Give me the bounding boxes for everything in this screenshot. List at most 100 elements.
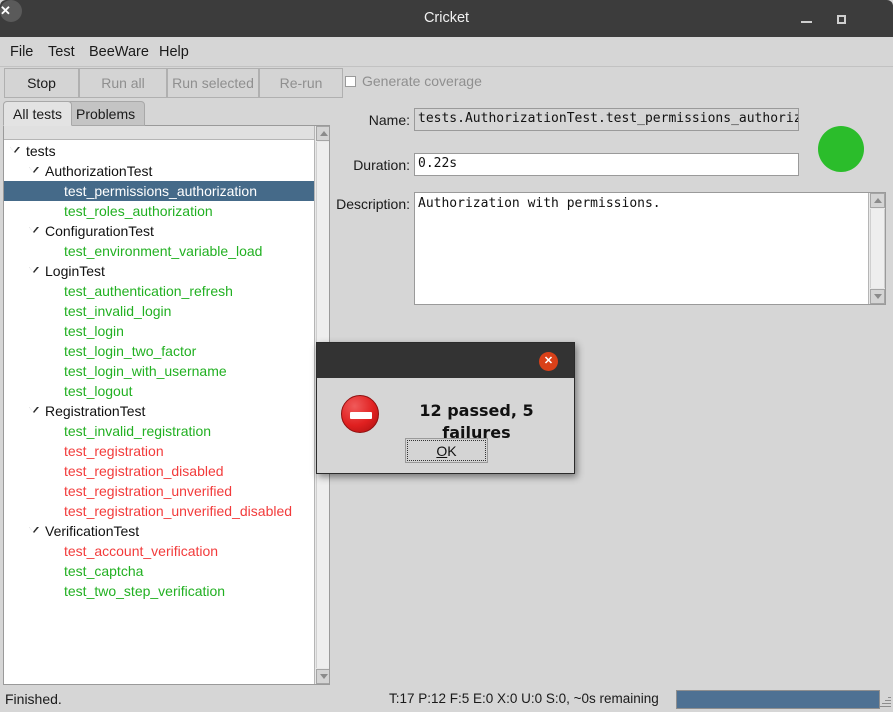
duration-field[interactable]: 0.22s bbox=[414, 153, 799, 176]
ok-button[interactable]: OK bbox=[405, 438, 488, 463]
tree-item-label: tests bbox=[26, 143, 56, 159]
status-counts: T:17 P:12 F:5 E:0 X:0 U:0 S:0, ~0s remai… bbox=[389, 691, 659, 706]
tab-all-tests[interactable]: All tests bbox=[3, 101, 73, 126]
tabstrip: All tests Problems bbox=[0, 101, 340, 126]
chevron-down-icon-inner bbox=[29, 527, 37, 532]
dialog-titlebar: ✕ bbox=[317, 343, 574, 378]
progress-bar bbox=[676, 690, 880, 709]
tree-item-node[interactable]: ConfigurationTest bbox=[4, 221, 314, 241]
toolbar: Stop Run all Run selected Re-run Generat… bbox=[0, 68, 893, 99]
run-selected-button[interactable]: Run selected bbox=[167, 68, 259, 98]
menu-item-file[interactable]: File bbox=[3, 37, 40, 67]
status-message: Finished. bbox=[5, 691, 62, 707]
tree-item-label: test_roles_authorization bbox=[64, 203, 213, 219]
scroll-down-icon[interactable] bbox=[316, 669, 329, 684]
tree-item-node[interactable]: LoginTest bbox=[4, 261, 314, 281]
tree-item-test[interactable]: test_roles_authorization bbox=[4, 201, 314, 221]
minimize-icon[interactable] bbox=[798, 11, 814, 27]
scroll-up-icon[interactable] bbox=[870, 193, 885, 208]
ok-mnemonic: O bbox=[436, 443, 448, 459]
tree-item-test[interactable]: test_registration_unverified_disabled bbox=[4, 501, 314, 521]
menu-item-help[interactable]: Help bbox=[152, 37, 196, 67]
tree-item-test[interactable]: test_account_verification bbox=[4, 541, 314, 561]
tree-item-label: test_account_verification bbox=[64, 543, 219, 559]
maximize-icon[interactable] bbox=[833, 11, 849, 27]
dialog-close-icon[interactable]: ✕ bbox=[539, 352, 558, 371]
tree-item-label: test_registration bbox=[64, 443, 164, 459]
tree-item-node[interactable]: VerificationTest bbox=[4, 521, 314, 541]
name-field[interactable]: tests.AuthorizationTest.test_permissions… bbox=[414, 108, 799, 131]
ok-rest: K bbox=[447, 443, 457, 459]
tree-item-test[interactable]: test_logout bbox=[4, 381, 314, 401]
tree-item-test[interactable]: test_registration_unverified bbox=[4, 481, 314, 501]
description-text: Authorization with permissions. bbox=[418, 196, 661, 211]
progress-bar-fill bbox=[677, 691, 879, 708]
tree-item-node[interactable]: tests bbox=[4, 141, 314, 161]
description-scroll-track[interactable] bbox=[870, 209, 885, 288]
tree-item-node[interactable]: RegistrationTest bbox=[4, 401, 314, 421]
tree-item-label: test_permissions_authorization bbox=[64, 183, 257, 199]
error-icon-bar bbox=[350, 412, 372, 419]
stop-button[interactable]: Stop bbox=[4, 68, 79, 98]
error-icon bbox=[341, 395, 379, 433]
scroll-down-icon[interactable] bbox=[870, 289, 885, 304]
minimize-glyph bbox=[801, 21, 812, 23]
menu-item-beeware[interactable]: BeeWare bbox=[82, 37, 156, 67]
tree-item-label: AuthorizationTest bbox=[45, 163, 153, 179]
test-tree-panel: tests AuthorizationTest test_permissions_a… bbox=[3, 125, 330, 685]
tree-item-label: test_invalid_login bbox=[64, 303, 172, 319]
chevron-down-icon-inner bbox=[10, 147, 18, 152]
tree-item-label: test_registration_unverified_disabled bbox=[64, 503, 293, 519]
tab-problems[interactable]: Problems bbox=[66, 101, 146, 126]
run-all-button[interactable]: Run all bbox=[79, 68, 167, 98]
chevron-down-icon-inner bbox=[29, 167, 37, 172]
description-field[interactable]: Authorization with permissions. bbox=[414, 192, 886, 305]
tree-item-label: test_registration_disabled bbox=[64, 463, 224, 479]
chevron-down-icon-inner bbox=[29, 407, 37, 412]
re-run-button[interactable]: Re-run bbox=[259, 68, 343, 98]
results-dialog: ✕ 12 passed, 5 failures OK bbox=[316, 342, 575, 474]
menubar: File Test BeeWare Help bbox=[0, 37, 893, 67]
resize-grip[interactable] bbox=[879, 696, 891, 708]
dialog-body: 12 passed, 5 failures OK bbox=[317, 378, 574, 473]
tree-item-test[interactable]: test_environment_variable_load bbox=[4, 241, 314, 261]
tree-item-label: test_registration_unverified bbox=[64, 483, 233, 499]
tree-item-label: VerificationTest bbox=[45, 523, 140, 539]
tree-item-label: RegistrationTest bbox=[45, 403, 146, 419]
tree-item-test[interactable]: test_login_with_username bbox=[4, 361, 314, 381]
tree-item-test[interactable]: test_registration_disabled bbox=[4, 461, 314, 481]
application-window: Cricket ✕ File Test BeeWare Help Stop Ru… bbox=[0, 0, 893, 712]
tree-item-test[interactable]: test_captcha bbox=[4, 561, 314, 581]
tree-item-test[interactable]: test_permissions_authorization bbox=[4, 181, 314, 201]
test-status-indicator bbox=[818, 126, 864, 172]
tree-item-node[interactable]: AuthorizationTest bbox=[4, 161, 314, 181]
name-label: Name: bbox=[368, 112, 410, 128]
tree-item-test[interactable]: test_invalid_registration bbox=[4, 421, 314, 441]
tree-item-label: test_authentication_refresh bbox=[64, 283, 233, 299]
tree-item-test[interactable]: test_login_two_factor bbox=[4, 341, 314, 361]
tree-item-test[interactable]: test_authentication_refresh bbox=[4, 281, 314, 301]
duration-label: Duration: bbox=[353, 157, 410, 173]
description-scrollbar[interactable] bbox=[868, 193, 885, 304]
tree-item-label: test_login_with_username bbox=[64, 363, 227, 379]
tree-item-label: ConfigurationTest bbox=[45, 223, 154, 239]
tree-item-label: test_invalid_registration bbox=[64, 423, 212, 439]
tree-item-label: test_environment_variable_load bbox=[64, 243, 263, 259]
window-title: Cricket bbox=[423, 10, 470, 26]
description-label: Description: bbox=[336, 196, 410, 212]
test-tree[interactable]: tests AuthorizationTest test_permissions_a… bbox=[4, 141, 314, 684]
tree-item-test[interactable]: test_registration bbox=[4, 441, 314, 461]
maximize-glyph bbox=[837, 15, 846, 24]
ok-button-label: OK bbox=[407, 440, 486, 461]
chevron-down-icon-inner bbox=[29, 227, 37, 232]
checkbox-box bbox=[345, 76, 356, 87]
tree-item-label: test_two_step_verification bbox=[64, 583, 226, 599]
chevron-down-icon-inner bbox=[29, 267, 37, 272]
generate-coverage-label: Generate coverage bbox=[362, 73, 482, 89]
tree-item-test[interactable]: test_two_step_verification bbox=[4, 581, 314, 601]
tree-item-label: test_login bbox=[64, 323, 124, 339]
tree-item-test[interactable]: test_login bbox=[4, 321, 314, 341]
tree-item-test[interactable]: test_invalid_login bbox=[4, 301, 314, 321]
window-titlebar: Cricket ✕ bbox=[0, 0, 893, 37]
menu-item-test[interactable]: Test bbox=[41, 37, 82, 67]
